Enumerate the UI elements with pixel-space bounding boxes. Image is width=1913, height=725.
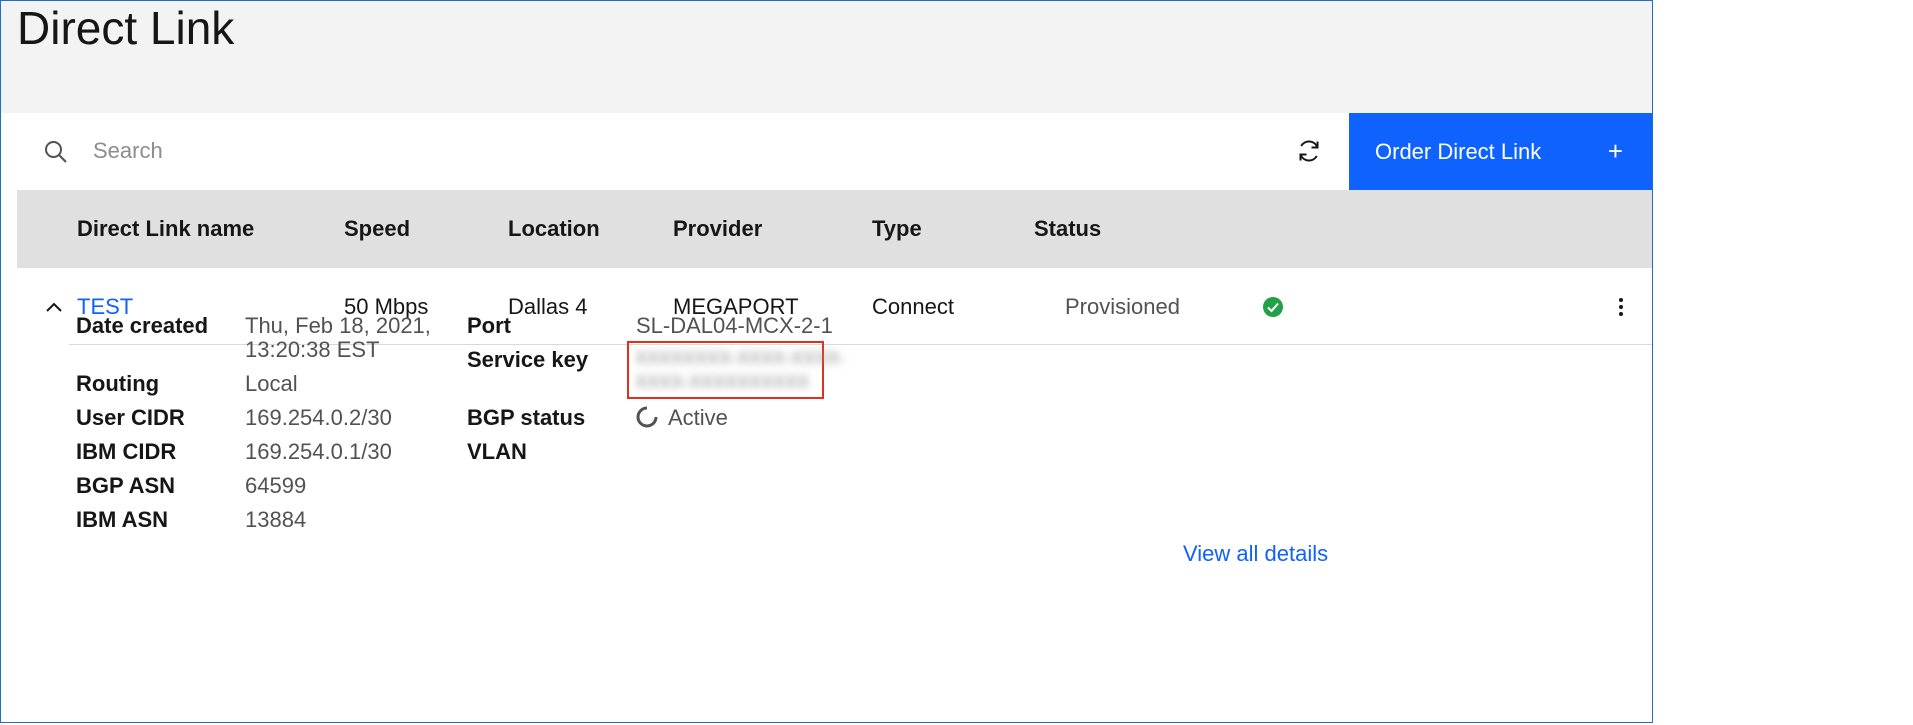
ibm-cidr-label: IBM CIDR [76,439,177,464]
date-created-value-line2: 13:20:38 EST [245,337,380,362]
date-created-label-text: Date created [76,313,209,338]
bgp-status-label: BGP status [467,405,586,430]
port-value: SL-DAL04-MCX-2-1 [636,313,833,338]
details-fields: Date created Thu, Feb 18, 2021, 13:20:38… [0,0,1653,723]
bgp-status-value: Active [668,405,728,430]
routing-label: Routing [76,371,160,396]
routing-value: Local [245,371,298,396]
bgp-asn-label: BGP ASN [76,473,176,498]
user-cidr-label: User CIDR [76,405,185,430]
bgp-asn-value: 64599 [245,473,307,498]
service-key-redacted: XXXXXXXX-XXXX-XXXX- XXXX-XXXXXXXXXX [635,348,846,392]
in-progress-icon [636,406,658,428]
ibm-asn-label: IBM ASN [76,507,169,532]
service-key-label: Service key [467,347,589,372]
ibm-asn-value: 13884 [245,507,307,532]
port-label: Port [467,313,511,338]
user-cidr-value: 169.254.0.2/30 [245,405,392,430]
view-all-details-link[interactable]: View all details [1183,541,1328,567]
service-key-redacted-highlight: XXXXXXXX-XXXX-XXXX- XXXX-XXXXXXXXXX [627,341,845,399]
vlan-label: VLAN [467,439,527,464]
ibm-cidr-value: 169.254.0.1/30 [245,439,392,464]
